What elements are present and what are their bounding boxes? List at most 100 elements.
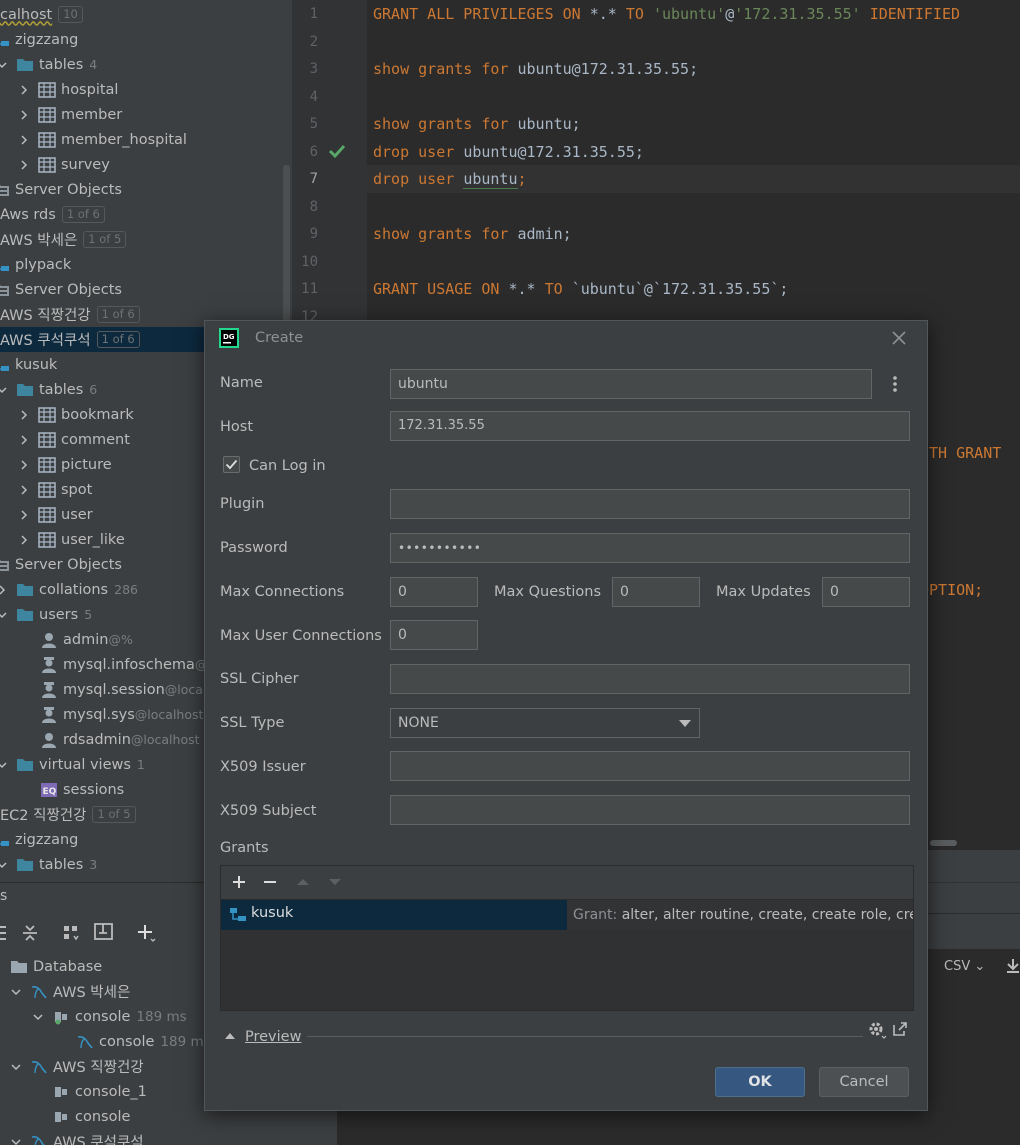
max-user-connections-label: Max User Connections	[220, 628, 382, 644]
collapse-all-icon[interactable]	[22, 924, 38, 942]
code-line[interactable]: GRANT ALL PRIVILEGES ON *.* TO 'ubuntu'@…	[373, 1, 960, 28]
chevron-right-icon[interactable]	[18, 434, 30, 446]
expand-all-icon[interactable]	[0, 924, 10, 942]
tree-item-hospital[interactable]: hospital	[0, 77, 292, 102]
service-item-console-1[interactable]: console_1	[52, 1079, 147, 1104]
remove-grant-icon[interactable]	[262, 874, 278, 890]
tree-item-label: virtual views	[39, 756, 131, 773]
service-item-database[interactable]: Database	[10, 954, 102, 979]
add-grant-icon[interactable]	[231, 874, 247, 890]
tree-item-member[interactable]: member	[0, 102, 292, 127]
service-item-console[interactable]: console	[52, 1104, 130, 1129]
ok-button[interactable]: OK	[715, 1067, 805, 1097]
tree-item-aws-박세은[interactable]: AWS 박세은 1 of 5	[0, 227, 292, 252]
add-icon[interactable]	[137, 923, 157, 943]
tree-item-server-objects[interactable]: Server Objects	[0, 177, 284, 202]
chevron-right-icon[interactable]	[18, 459, 30, 471]
cancel-button[interactable]: Cancel	[819, 1067, 909, 1097]
max-updates-input[interactable]: 0	[822, 577, 910, 607]
chevron-down-icon[interactable]	[0, 759, 8, 771]
max-questions-input[interactable]: 0	[612, 577, 700, 607]
can-log-in-label: Can Log in	[249, 458, 326, 474]
tree-item-aws-rds[interactable]: Aws rds 1 of 6	[0, 202, 292, 227]
group-by-icon[interactable]	[63, 924, 81, 942]
x509-issuer-input[interactable]	[390, 751, 910, 781]
chevron-down-icon[interactable]	[0, 384, 8, 396]
tree-item-tables[interactable]: tables 4	[0, 52, 288, 77]
tree-item-zigzzang[interactable]: zigzzang	[0, 27, 284, 52]
chevron-down-icon[interactable]	[10, 986, 22, 998]
preview-label[interactable]: Preview	[245, 1029, 301, 1045]
more-options-icon[interactable]	[891, 373, 899, 395]
code-line[interactable]: drop user ubuntu@172.31.35.55;	[373, 139, 644, 166]
service-item-aws-박세은[interactable]: AWS 박세은	[10, 979, 130, 1004]
editor-horizontal-scrollbar[interactable]	[930, 840, 957, 846]
layout-icon[interactable]	[94, 923, 114, 943]
can-log-in-checkbox[interactable]	[223, 456, 240, 473]
schema-count-badge[interactable]: 1 of 5	[83, 231, 127, 248]
code-line[interactable]: drop user ubuntu;	[373, 166, 527, 193]
schema-icon	[0, 257, 10, 273]
close-icon[interactable]	[891, 330, 907, 346]
max-user-connections-input[interactable]: 0	[390, 620, 478, 650]
grant-row[interactable]: kusuk Grant: alter, alter routine, creat…	[221, 900, 913, 930]
code-line[interactable]: show grants for ubuntu;	[373, 111, 581, 138]
chevron-down-icon[interactable]	[10, 1061, 22, 1073]
chevron-right-icon[interactable]	[18, 134, 30, 146]
move-down-icon[interactable]	[327, 874, 343, 890]
password-input[interactable]: •••••••••••	[390, 533, 910, 563]
chevron-right-icon[interactable]	[18, 84, 30, 96]
code-line[interactable]: GRANT USAGE ON *.* TO `ubuntu`@`172.31.3…	[373, 276, 788, 303]
schema-count-badge[interactable]: 1 of 6	[61, 206, 105, 223]
code-line[interactable]: show grants for ubuntu@172.31.35.55;	[373, 56, 698, 83]
chevron-down-icon[interactable]	[0, 609, 8, 621]
x509-subject-input[interactable]	[390, 795, 910, 825]
service-item-console[interactable]: console 189 ms	[32, 1004, 187, 1029]
line-number: 3	[309, 61, 318, 77]
checkmark-icon	[225, 459, 238, 470]
chevron-right-icon[interactable]	[18, 534, 30, 546]
chevron-right-icon[interactable]	[18, 509, 30, 521]
preview-toggle-icon[interactable]	[224, 1031, 236, 1041]
create-user-dialog: DG Create Name ubuntu Host 172.31.35.55 …	[204, 320, 928, 1111]
host-input[interactable]: 172.31.35.55	[390, 411, 910, 441]
chevron-right-icon[interactable]	[18, 484, 30, 496]
chevron-down-icon[interactable]	[0, 59, 8, 71]
plugin-input[interactable]	[390, 489, 910, 519]
chevron-right-icon[interactable]	[0, 584, 8, 596]
ssl-cipher-input[interactable]	[390, 664, 910, 694]
chevron-right-icon[interactable]	[18, 409, 30, 421]
service-item-aws-직짱건강[interactable]: AWS 직짱건강	[10, 1054, 144, 1079]
settings-gear-icon[interactable]	[867, 1020, 887, 1040]
chevron-down-icon[interactable]	[10, 1136, 22, 1145]
chevron-right-icon[interactable]	[18, 109, 30, 121]
schema-count-badge[interactable]: 1 of 5	[92, 806, 136, 823]
service-item-aws-쿠석쿠석[interactable]: AWS 쿠석쿠석	[10, 1129, 144, 1145]
tree-item-member-hospital[interactable]: member_hospital	[0, 127, 292, 152]
tree-item-label: tables	[39, 856, 84, 873]
tree-item-server-objects[interactable]: Server Objects	[0, 277, 284, 302]
chevron-down-icon[interactable]	[32, 1011, 44, 1023]
grant-privileges-cell[interactable]: Grant: alter, alter routine, create, cre…	[567, 900, 913, 930]
schema-count-badge[interactable]: 1 of 6	[96, 331, 140, 348]
grant-schema-cell[interactable]: kusuk	[221, 900, 567, 930]
download-icon[interactable]	[1006, 958, 1020, 974]
csv-format-dropdown[interactable]: CSV ⌄	[944, 959, 985, 974]
tree-item-plypack[interactable]: plypack	[0, 252, 284, 277]
tree-item-calhost[interactable]: calhost 10	[0, 2, 292, 27]
max-connections-input[interactable]: 0	[390, 577, 478, 607]
move-up-icon[interactable]	[295, 874, 311, 890]
chevron-right-icon[interactable]	[18, 159, 30, 171]
grants-table: kusuk Grant: alter, alter routine, creat…	[220, 865, 914, 1011]
schema-count-badge[interactable]: 1 of 6	[96, 306, 140, 323]
open-external-icon[interactable]	[892, 1021, 908, 1037]
ssl-type-select[interactable]: NONE	[390, 708, 700, 738]
chevron-down-icon[interactable]	[0, 859, 8, 871]
schema-count-badge[interactable]: 10	[58, 6, 83, 23]
tree-item-survey[interactable]: survey	[0, 152, 292, 177]
max-updates-label: Max Updates	[716, 584, 811, 600]
code-line[interactable]: show grants for admin;	[373, 221, 572, 248]
name-input[interactable]: ubuntu	[390, 369, 872, 399]
service-item-console[interactable]: console 189 ms	[76, 1029, 211, 1054]
ssl-cipher-label: SSL Cipher	[220, 671, 299, 687]
